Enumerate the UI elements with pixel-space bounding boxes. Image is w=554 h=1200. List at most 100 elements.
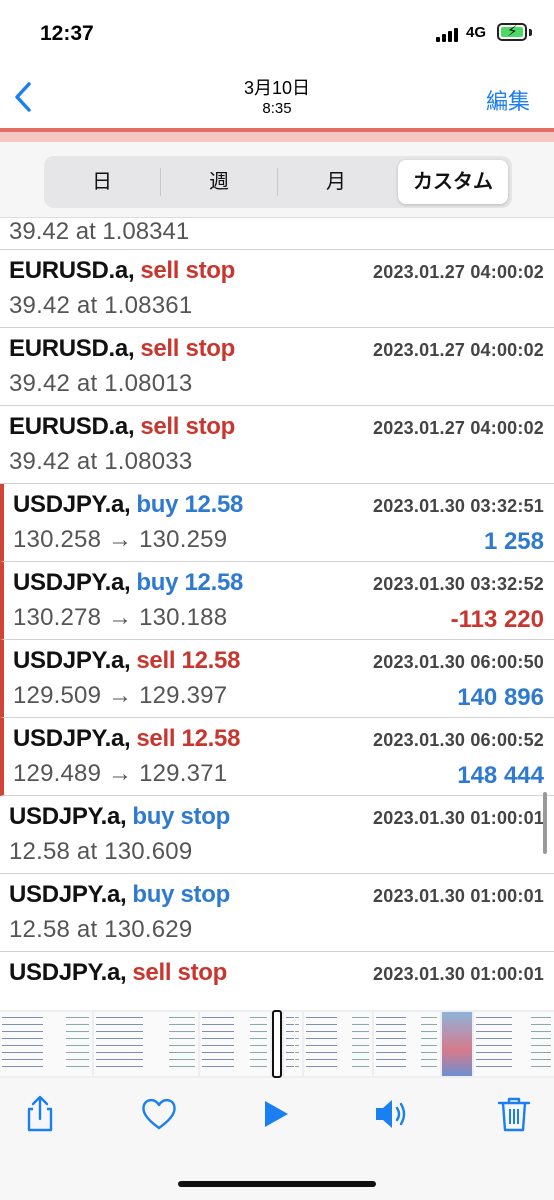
order-datetime: 2023.01.30 03:32:51 bbox=[373, 496, 544, 516]
order-datetime: 2023.01.30 01:00:01 bbox=[373, 964, 544, 984]
order-symbol: USDJPY.a, bbox=[13, 725, 131, 752]
speaker-icon bbox=[376, 1100, 406, 1128]
battery-icon: ⚡ bbox=[497, 23, 527, 41]
segment-day[interactable]: 日 bbox=[44, 156, 160, 208]
order-profit: -113 220 bbox=[450, 606, 544, 633]
order-datetime: 2023.01.30 03:32:52 bbox=[373, 574, 544, 594]
order-title: USDJPY.a, buy stop bbox=[9, 881, 230, 909]
order-datetime: 2023.01.30 06:00:52 bbox=[373, 730, 544, 750]
order-action: buy stop bbox=[132, 881, 230, 908]
nav-date: 3月10日 bbox=[243, 78, 311, 98]
order-detail: 12.58 at 130.629 bbox=[9, 916, 193, 943]
order-action: buy stop bbox=[132, 803, 230, 830]
thumbnail[interactable] bbox=[200, 1012, 270, 1076]
order-title: EURUSD.a, sell stop bbox=[9, 413, 235, 441]
order-title: EURUSD.a, sell stop bbox=[9, 335, 235, 363]
favorite-button[interactable] bbox=[139, 1094, 179, 1134]
order-profit: 140 896 bbox=[457, 684, 544, 711]
order-detail: 39.42 at 1.08341 bbox=[9, 218, 190, 245]
trash-icon bbox=[497, 1097, 531, 1132]
thumbnail-homescreen[interactable] bbox=[442, 1012, 472, 1076]
order-symbol: USDJPY.a, bbox=[13, 569, 131, 596]
share-button[interactable] bbox=[20, 1094, 60, 1134]
segment-month[interactable]: 月 bbox=[278, 156, 394, 208]
status-time: 12:37 bbox=[40, 22, 94, 45]
cropped-header-accent bbox=[0, 128, 554, 132]
order-detail: 39.42 at 1.08013 bbox=[9, 370, 193, 397]
play-icon bbox=[265, 1101, 288, 1127]
order-detail: 130.258 → 130.259 bbox=[13, 526, 228, 553]
order-action: buy 12.58 bbox=[136, 569, 244, 596]
thumbnail[interactable] bbox=[374, 1012, 440, 1076]
order-title: USDJPY.a, sell 12.58 bbox=[13, 647, 240, 675]
order-datetime: 2023.01.27 04:00:02 bbox=[373, 340, 544, 360]
order-action: sell stop bbox=[140, 413, 235, 440]
table-row[interactable]: USDJPY.a, buy 12.58 2023.01.30 03:32:51 130… bbox=[0, 484, 554, 562]
order-detail: 130.278 → 130.188 bbox=[13, 604, 228, 631]
thumbnail[interactable] bbox=[94, 1012, 198, 1076]
order-symbol: USDJPY.a, bbox=[13, 491, 131, 518]
table-row[interactable]: USDJPY.a, sell 12.58 2023.01.30 06:00:50 12… bbox=[0, 640, 554, 718]
order-datetime: 2023.01.30 06:00:50 bbox=[373, 652, 544, 672]
order-title: USDJPY.a, buy stop bbox=[9, 803, 230, 831]
delete-button[interactable] bbox=[494, 1094, 534, 1134]
table-row[interactable]: USDJPY.a, sell stop 2023.01.30 01:00:01 bbox=[0, 952, 554, 1008]
order-action: buy 12.58 bbox=[136, 491, 244, 518]
order-detail: 39.42 at 1.08361 bbox=[9, 292, 193, 319]
current-thumbnail[interactable] bbox=[272, 1010, 282, 1078]
play-button[interactable] bbox=[255, 1094, 295, 1134]
segment-week[interactable]: 週 bbox=[161, 156, 277, 208]
thumbnail-strip[interactable] bbox=[0, 1010, 554, 1078]
order-title: USDJPY.a, sell stop bbox=[9, 959, 227, 987]
table-row[interactable]: EURUSD.a, sell stop 2023.01.27 04:00:02 39.… bbox=[0, 406, 554, 484]
nav-time: 8:35 bbox=[262, 100, 292, 117]
signal-icon bbox=[436, 26, 460, 42]
edit-button[interactable]: 編集 bbox=[486, 84, 530, 116]
scroll-indicator[interactable] bbox=[543, 792, 547, 854]
order-action: sell 12.58 bbox=[136, 647, 241, 674]
photos-nav-bar: 3月10日 8:35 編集 bbox=[0, 66, 554, 128]
order-symbol: EURUSD.a, bbox=[9, 257, 135, 284]
order-symbol: USDJPY.a, bbox=[9, 881, 127, 908]
thumbnail[interactable] bbox=[304, 1012, 372, 1076]
order-profit: 148 444 bbox=[457, 762, 544, 789]
order-symbol: EURUSD.a, bbox=[9, 413, 135, 440]
period-segment-bar: 日 週 月 カスタム bbox=[0, 142, 554, 218]
photo-view: 日 週 月 カスタム 39.42 at 1.08341 EURUSD.a, sel… bbox=[0, 128, 554, 1008]
order-detail: 39.42 at 1.08033 bbox=[9, 448, 193, 475]
heart-icon bbox=[142, 1098, 176, 1130]
thumbnail[interactable] bbox=[474, 1012, 554, 1076]
order-action: sell stop bbox=[132, 959, 228, 986]
order-action: sell stop bbox=[140, 335, 235, 362]
order-title: USDJPY.a, buy 12.58 bbox=[13, 569, 243, 597]
thumbnail[interactable] bbox=[284, 1012, 302, 1076]
order-profit: 1 258 bbox=[483, 528, 544, 555]
list-item[interactable]: 39.42 at 1.08341 bbox=[0, 218, 554, 250]
order-detail: 129.509 → 129.397 bbox=[13, 682, 228, 709]
table-row[interactable]: EURUSD.a, sell stop 2023.01.27 04:00:02 39.… bbox=[0, 328, 554, 406]
order-action: sell 12.58 bbox=[136, 725, 241, 752]
order-detail: 12.58 at 130.609 bbox=[9, 838, 193, 865]
order-datetime: 2023.01.30 01:00:01 bbox=[373, 886, 544, 906]
order-symbol: USDJPY.a, bbox=[13, 647, 131, 674]
table-row[interactable]: USDJPY.a, buy stop 2023.01.30 01:00:01 12.5… bbox=[0, 874, 554, 952]
status-bar: 12:37 4G ⚡ bbox=[0, 0, 554, 66]
home-indicator[interactable] bbox=[178, 1181, 376, 1187]
network-label: 4G bbox=[466, 24, 487, 41]
order-datetime: 2023.01.27 04:00:02 bbox=[373, 418, 544, 438]
order-symbol: USDJPY.a, bbox=[9, 803, 127, 830]
order-datetime: 2023.01.27 04:00:02 bbox=[373, 262, 544, 282]
order-detail: 129.489 → 129.371 bbox=[13, 760, 228, 787]
segment-custom[interactable]: カスタム bbox=[398, 160, 508, 204]
table-row[interactable]: USDJPY.a, buy stop 2023.01.30 01:00:01 12.5… bbox=[0, 796, 554, 874]
order-title: USDJPY.a, sell 12.58 bbox=[13, 725, 240, 753]
segmented-control: 日 週 月 カスタム bbox=[44, 156, 512, 208]
table-row[interactable]: USDJPY.a, buy 12.58 2023.01.30 03:32:52 130… bbox=[0, 562, 554, 640]
sound-button[interactable] bbox=[372, 1094, 412, 1134]
order-symbol: EURUSD.a, bbox=[9, 335, 135, 362]
thumbnail[interactable] bbox=[0, 1012, 92, 1076]
table-row[interactable]: EURUSD.a, sell stop 2023.01.27 04:00:02 39.… bbox=[0, 250, 554, 328]
order-title: EURUSD.a, sell stop bbox=[9, 257, 235, 285]
order-datetime: 2023.01.30 01:00:01 bbox=[373, 808, 544, 828]
table-row[interactable]: USDJPY.a, sell 12.58 2023.01.30 06:00:52 12… bbox=[0, 718, 554, 796]
